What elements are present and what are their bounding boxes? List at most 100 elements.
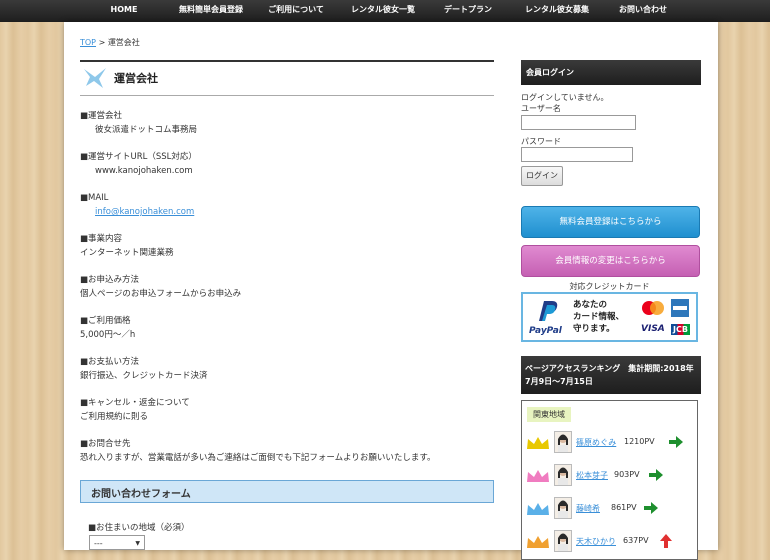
- nav-about-use[interactable]: ご利用について: [268, 0, 324, 22]
- ranking-pv: 903PV: [614, 470, 640, 479]
- crown-icon: [527, 503, 549, 515]
- password-input[interactable]: [521, 147, 633, 162]
- info-label: ■事業内容: [80, 234, 123, 244]
- info-label: ■MAIL: [80, 193, 109, 203]
- page-heading: 運営会社: [80, 60, 494, 96]
- info-label: ■運営会社: [80, 111, 123, 121]
- password-label: パスワード: [521, 137, 561, 146]
- amex-icon: [671, 299, 689, 317]
- mail-link[interactable]: info@kanojohaken.com: [95, 205, 494, 219]
- chevron-down-icon: ▼: [135, 540, 140, 547]
- cc-banner-text: あなたの カード情報、 守ります。: [573, 299, 624, 335]
- breadcrumb: TOP > 運営会社: [80, 37, 140, 48]
- sidebar: 会員ログイン ログインしていません。 ユーザー名 パスワード ログイン 無料会員…: [521, 60, 701, 560]
- crown-icon: [527, 437, 549, 449]
- login-button[interactable]: ログイン: [521, 166, 563, 186]
- bird-icon: [84, 68, 106, 88]
- nav-contact[interactable]: お問い合わせ: [619, 0, 667, 22]
- visa-text: VISA: [641, 324, 665, 334]
- address-select[interactable]: --- ▼: [89, 535, 145, 550]
- ranking-name-link[interactable]: 天木ひかり: [576, 536, 616, 547]
- username-input[interactable]: [521, 115, 636, 130]
- info-label: ■お支払い方法: [80, 357, 140, 367]
- info-section: ■お申込み方法個人ページのお申込フォームからお申込み: [80, 273, 494, 314]
- info-label: ■運営サイトURL（SSL対応）: [80, 152, 197, 162]
- ranking-name-link[interactable]: 篠原めぐみ: [576, 437, 616, 448]
- info-label: ■ご利用価格: [80, 316, 131, 326]
- contact-form-title: お問い合わせフォーム: [91, 489, 191, 500]
- register-button[interactable]: 無料会員登録はこちらから: [521, 206, 700, 238]
- update-info-button[interactable]: 会員情報の変更はこちらから: [521, 245, 700, 277]
- avatar[interactable]: [554, 530, 572, 552]
- info-label: ■キャンセル・返金について: [80, 398, 190, 408]
- login-status: ログインしていません。: [521, 93, 609, 102]
- breadcrumb-top-link[interactable]: TOP: [80, 38, 96, 47]
- mastercard-icon: [642, 301, 664, 315]
- info-section: ■お問合せ先恐れ入りますが、営業電話が多い為ご連絡はご面倒でも下記フォームよりお…: [80, 437, 494, 478]
- crown-icon: [527, 536, 549, 548]
- ranking-row: 藤崎希 861PV: [526, 497, 694, 527]
- cc-banner-line: 守ります。: [573, 324, 615, 334]
- info-value: 5,000円～／h: [80, 330, 136, 340]
- cc-banner-line: あなたの: [573, 300, 608, 310]
- ranking-name-link[interactable]: 藤崎希: [576, 503, 600, 514]
- info-label: ■お申込み方法: [80, 275, 140, 285]
- jcb-text: JCB: [671, 324, 690, 335]
- ranking-box: 関東地域 篠原めぐみ 1210PV 松本芽子 903PV 藤崎希 861PV 天木ひかり 63…: [521, 400, 698, 560]
- arrow-up-icon: [660, 534, 672, 548]
- username-label: ユーザー名: [521, 104, 561, 113]
- ranking-row: 篠原めぐみ 1210PV: [526, 431, 694, 461]
- info-section: ■お支払い方法銀行振込、クレジットカード決済: [80, 355, 494, 396]
- credit-card-banner: PayPal あなたの カード情報、 守ります。 VISA JCB: [521, 292, 698, 342]
- nav-girls-list[interactable]: レンタル彼女一覧: [351, 0, 415, 22]
- nav-register[interactable]: 無料簡単会員登録: [179, 0, 243, 22]
- info-value: www.kanojohaken.com: [95, 166, 193, 176]
- page-content: TOP > 運営会社 運営会社 ■運営会社 彼女派遣ドットコム事務局 ■運営サイトU…: [64, 22, 718, 560]
- address-label: ■お住まいの地域（必須）: [88, 523, 190, 533]
- cc-banner-line: カード情報、: [573, 312, 625, 322]
- info-section: ■ご利用価格 5,000円～／h: [80, 314, 494, 355]
- nav-date-plan[interactable]: デートプラン: [444, 0, 492, 22]
- info-value: インターネット関連業務: [80, 248, 174, 258]
- info-value: ご利用規約に則る: [80, 412, 149, 422]
- ranking-pv: 1210PV: [624, 437, 655, 446]
- ranking-name-link[interactable]: 松本芽子: [576, 470, 608, 481]
- ranking-pv: 637PV: [623, 536, 649, 545]
- info-value: 個人ページのお申込フォームからお申込み: [80, 289, 242, 299]
- ranking-row: 天木ひかり 637PV: [526, 530, 694, 559]
- credit-card-label: 対応クレジットカード: [569, 282, 650, 291]
- nav-recruit[interactable]: レンタル彼女募集: [525, 0, 589, 22]
- info-label: ■お問合せ先: [80, 439, 131, 449]
- contact-form-heading: お問い合わせフォーム: [80, 480, 494, 503]
- login-header: 会員ログイン: [521, 60, 701, 85]
- arrow-right-icon: [669, 436, 683, 448]
- paypal-logo-icon: [539, 301, 558, 321]
- breadcrumb-separator: >: [98, 38, 106, 47]
- breadcrumb-current: 運営会社: [107, 38, 140, 47]
- info-section: ■キャンセル・返金について ご利用規約に則る: [80, 396, 494, 437]
- paypal-text: PayPal: [529, 326, 562, 336]
- info-section: ■運営会社彼女派遣ドットコム事務局: [80, 109, 494, 150]
- ranking-header: ページアクセスランキング 集計期間:2018年7月9日～7月15日: [521, 356, 701, 394]
- avatar[interactable]: [554, 497, 572, 519]
- info-section: ■運営サイトURL（SSL対応） www.kanojohaken.com: [80, 150, 494, 191]
- crown-icon: [527, 470, 549, 482]
- page-title: 運営会社: [114, 72, 158, 85]
- info-value: 彼女派遣ドットコム事務局: [95, 125, 198, 135]
- info-value: 恐れ入りますが、営業電話が多い為ご連絡はご面倒でも下記フォームよりお願いいたしま…: [80, 453, 436, 463]
- ranking-pv: 861PV: [611, 503, 637, 512]
- main-content: 運営会社 ■運営会社彼女派遣ドットコム事務局 ■運営サイトURL（SSL対応） ww…: [80, 60, 494, 550]
- top-navigation: HOME 無料簡単会員登録 ご利用について レンタル彼女一覧 デートプラン レン…: [0, 0, 770, 22]
- ranking-row: 松本芽子 903PV: [526, 464, 694, 494]
- info-value: 銀行振込、クレジットカード決済: [80, 371, 208, 381]
- avatar[interactable]: [554, 431, 572, 453]
- address-select-value: ---: [94, 539, 103, 548]
- nav-home[interactable]: HOME: [111, 0, 138, 22]
- arrow-right-icon: [649, 469, 663, 481]
- company-info: ■運営会社彼女派遣ドットコム事務局 ■運営サイトURL（SSL対応） www.kan…: [80, 109, 494, 478]
- avatar[interactable]: [554, 464, 572, 486]
- arrow-right-icon: [644, 502, 658, 514]
- info-section: ■事業内容インターネット関連業務: [80, 232, 494, 273]
- ranking-region: 関東地域: [527, 407, 571, 422]
- info-section: ■MAIL info@kanojohaken.com: [80, 191, 494, 232]
